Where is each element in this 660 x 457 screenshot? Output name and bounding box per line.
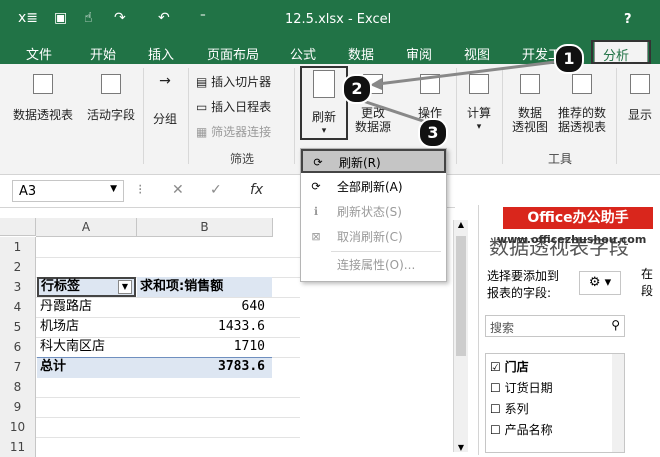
arrow-1-line	[377, 60, 556, 86]
callout-badge-3: 3	[418, 118, 448, 148]
callout-badge-2: 2	[342, 74, 372, 104]
arrow-2-line	[359, 98, 433, 126]
callout-badge-1: 1	[554, 44, 584, 74]
